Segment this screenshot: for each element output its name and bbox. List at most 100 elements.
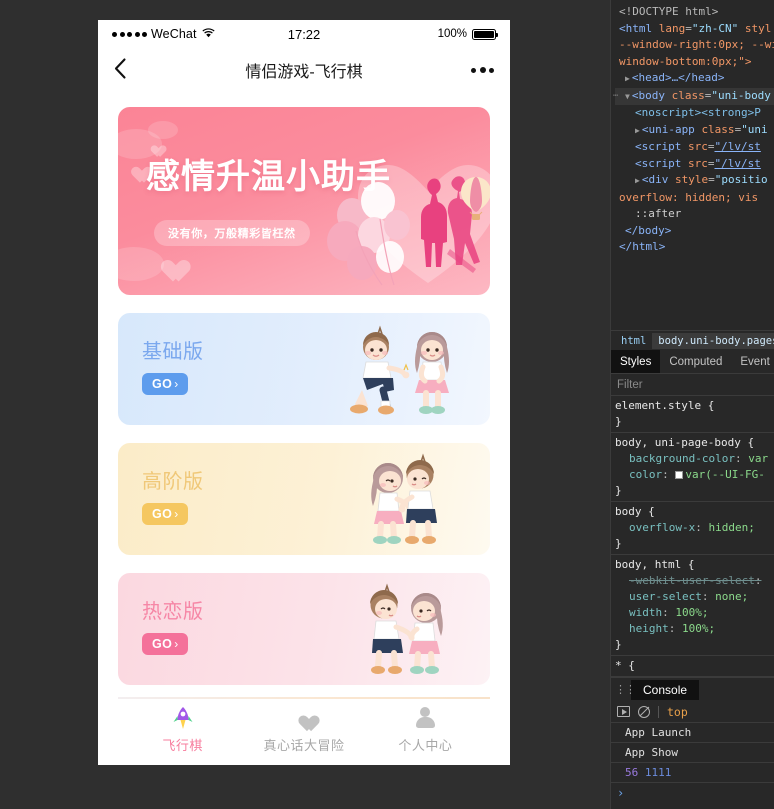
person-icon xyxy=(412,705,438,731)
dom-line[interactable]: --window-right:0px; --wi xyxy=(615,37,774,54)
styles-filter-input[interactable]: Filter xyxy=(611,374,774,396)
version-card-advanced[interactable]: 高阶版 GO › xyxy=(118,443,490,555)
styles-pane[interactable]: element.style { } body, uni-page-body { … xyxy=(611,396,774,677)
dom-line[interactable]: </body> xyxy=(615,223,774,240)
signal-strength-icon xyxy=(112,31,147,37)
console-context-selector[interactable]: top xyxy=(667,705,688,719)
css-property-value: var xyxy=(748,452,769,465)
breadcrumb-item-body[interactable]: body.uni-body.pages-i xyxy=(652,332,774,349)
couple-proposal-illustration xyxy=(344,323,464,417)
status-bar: WeChat 17:22 100% xyxy=(98,20,510,48)
dom-line[interactable]: <html lang="zh-CN" styl xyxy=(615,21,774,38)
css-property-value: hidden; xyxy=(708,521,755,534)
status-bar-right: 100% xyxy=(320,28,499,40)
tab-profile[interactable]: 个人中心 xyxy=(365,705,486,754)
tab-computed[interactable]: Computed xyxy=(660,350,731,373)
dom-line[interactable]: <!DOCTYPE html> xyxy=(615,4,774,21)
css-property-value: 100%; xyxy=(682,622,716,635)
console-drawer-handle[interactable]: ⋮⋮ Console xyxy=(611,677,774,701)
heart-decoration-icon xyxy=(156,251,183,275)
screen-root: WeChat 17:22 100% 情侣游戏-飞行棋 感情升温小助手 没有你，万… xyxy=(0,0,774,809)
css-close-brace: } xyxy=(615,484,622,497)
version-card-love[interactable]: 热恋版 GO › xyxy=(118,573,490,685)
dom-line[interactable]: ::after xyxy=(615,206,774,223)
dom-line[interactable]: ▶ <uni-app class="uni xyxy=(615,122,774,140)
css-selector: element.style { xyxy=(615,399,715,412)
dom-tree[interactable]: <!DOCTYPE html> <html lang="zh-CN" styl … xyxy=(611,0,774,330)
dom-line-body-selected[interactable]: ⋯ ▼ <body class="uni-body xyxy=(613,87,774,105)
console-log-list[interactable]: App Launch App Show 56 1111 › xyxy=(611,723,774,809)
console-drawer-tab[interactable]: Console xyxy=(631,679,700,700)
tab-label: 个人中心 xyxy=(398,737,453,753)
go-button-advanced[interactable]: GO › xyxy=(142,503,188,525)
dom-line[interactable]: <script src="/lv/st xyxy=(615,139,774,156)
phone-viewport: WeChat 17:22 100% 情侣游戏-飞行棋 感情升温小助手 没有你，万… xyxy=(98,20,510,765)
dom-line[interactable]: <script src="/lv/st xyxy=(615,156,774,173)
css-rule-body-uni-page-body[interactable]: body, uni-page-body { background-color: … xyxy=(611,433,774,502)
console-prompt[interactable]: › xyxy=(611,783,774,800)
tab-flying-chess[interactable]: 飞行棋 xyxy=(122,705,243,754)
color-swatch[interactable] xyxy=(675,471,684,479)
go-button-love[interactable]: GO › xyxy=(142,633,188,655)
dom-line[interactable]: ▶ <div style="positio xyxy=(615,172,774,190)
style-cssvars-2: window-bottom:0px;"> xyxy=(619,54,752,68)
chevron-right-icon: › xyxy=(174,637,179,651)
toolbar-divider xyxy=(658,705,659,718)
heart-icon xyxy=(291,705,317,731)
css-declaration[interactable]: color: var(--UI-FG- xyxy=(615,467,774,483)
chevron-left-icon[interactable] xyxy=(114,57,144,83)
css-rule-universal[interactable]: * { xyxy=(611,656,774,677)
attr-style: style xyxy=(674,173,709,186)
go-button-basic[interactable]: GO › xyxy=(142,373,188,395)
css-selector: * { xyxy=(615,659,635,672)
css-rule-body[interactable]: body { overflow-x: hidden; } xyxy=(611,502,774,555)
attr-class: class xyxy=(671,88,705,102)
console-toolbar: top xyxy=(611,701,774,723)
css-declaration[interactable]: overflow-x: hidden; xyxy=(615,520,774,536)
clear-console-icon[interactable] xyxy=(638,705,650,718)
css-declaration[interactable]: height: 100%; xyxy=(615,621,774,637)
attr-style: styl xyxy=(744,21,772,35)
dom-line[interactable]: </html> xyxy=(615,239,774,256)
tab-styles[interactable]: Styles xyxy=(611,350,661,373)
css-declaration[interactable]: background-color: var xyxy=(615,451,774,467)
tab-event-listeners[interactable]: Event xyxy=(731,350,774,373)
head-node: <head>…</head> xyxy=(631,71,725,84)
attr-src-value[interactable]: "/lv/st xyxy=(714,140,760,153)
script-node: <script xyxy=(635,140,682,153)
css-close-brace: } xyxy=(615,638,622,651)
css-property-value: 100%; xyxy=(675,606,709,619)
css-declaration-disabled[interactable]: -webkit-user-select: xyxy=(615,573,774,589)
dom-line[interactable]: overflow: hidden; vis xyxy=(615,190,774,207)
tab-truth-or-dare[interactable]: 真心话大冒险 xyxy=(243,705,364,754)
version-card-basic[interactable]: 基础版 GO › xyxy=(118,313,490,425)
css-declaration[interactable]: user-select: none; xyxy=(615,589,774,605)
css-selector: body, html { xyxy=(615,558,695,571)
pseudo-after: ::after xyxy=(635,207,682,220)
carrier-label: WeChat xyxy=(151,27,197,41)
attr-lang-value: "zh-CN" xyxy=(691,21,739,35)
execute-snippet-icon[interactable] xyxy=(617,706,630,717)
go-button-label: GO xyxy=(152,507,173,521)
attr-src-value[interactable]: "/lv/st xyxy=(714,157,760,170)
dom-line[interactable]: <noscript><strong>P xyxy=(615,105,774,122)
body-close-tag: </body> xyxy=(625,223,672,237)
dom-line-head[interactable]: ▶ <head>…</head> xyxy=(615,70,774,88)
go-button-label: GO xyxy=(152,637,173,651)
banner-cloud-decoration xyxy=(148,121,178,139)
attr-src: src xyxy=(687,140,708,153)
breadcrumb-item-html[interactable]: html xyxy=(615,333,652,349)
css-declaration[interactable]: width: 100%; xyxy=(615,605,774,621)
promo-banner[interactable]: 感情升温小助手 没有你，万般精彩皆枉然 xyxy=(118,107,490,295)
nav-bar: 情侣游戏-飞行棋 xyxy=(98,48,510,92)
div-node: <div xyxy=(641,173,669,186)
dom-line[interactable]: window-bottom:0px;"> xyxy=(615,54,774,71)
css-rule-element-style[interactable]: element.style { } xyxy=(611,396,774,433)
banner-illustration xyxy=(300,153,490,295)
couple-kiss-illustration xyxy=(344,453,464,547)
more-horizontal-icon[interactable] xyxy=(471,67,494,73)
bottom-tab-bar: 飞行棋 真心话大冒险 个人中心 xyxy=(118,697,490,765)
drawer-grip-icon[interactable]: ⋮⋮ xyxy=(615,683,636,696)
css-rule-body-html[interactable]: body, html { -webkit-user-select: user-s… xyxy=(611,555,774,656)
card-title: 热恋版 xyxy=(142,601,204,623)
